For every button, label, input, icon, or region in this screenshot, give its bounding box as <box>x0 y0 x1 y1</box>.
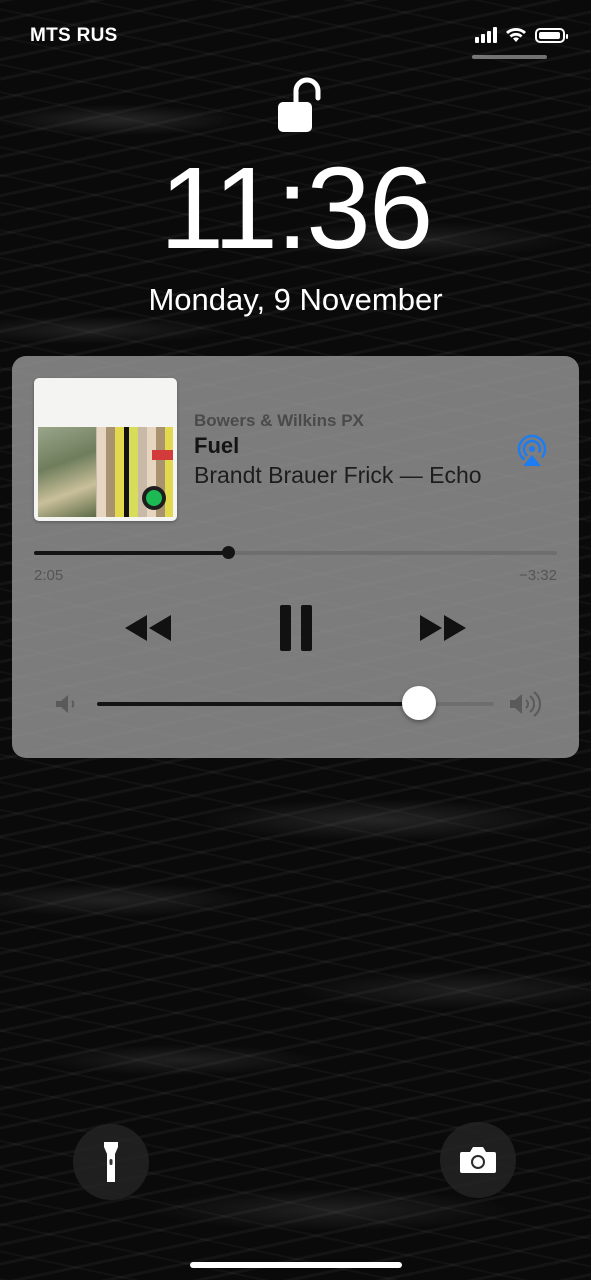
elapsed-time: 2:05 <box>34 567 64 584</box>
playback-scrubber[interactable] <box>34 546 557 559</box>
flashlight-button[interactable] <box>73 1124 149 1200</box>
volume-high-icon <box>510 691 541 717</box>
volume-level <box>97 702 419 706</box>
unlocked-padlock-icon <box>278 77 321 132</box>
volume-low-icon <box>56 695 75 713</box>
wifi-icon <box>506 28 526 42</box>
status-icons <box>475 27 568 43</box>
airplay-icon[interactable] <box>515 434 549 468</box>
clock-time: 11:36 <box>159 143 434 273</box>
battery-icon <box>535 27 568 43</box>
cellular-signal-icon <box>475 27 497 43</box>
artwork-accent <box>152 450 173 460</box>
camera-icon <box>460 1147 496 1173</box>
rewind-icon <box>125 615 171 641</box>
carrier-name: MTS RUS <box>30 25 118 46</box>
spotify-icon <box>142 486 166 510</box>
fast-forward-icon <box>420 615 466 641</box>
track-title: Fuel <box>194 433 240 458</box>
rewind-button[interactable] <box>117 608 177 648</box>
camera-button[interactable] <box>440 1122 516 1198</box>
now-playing-widget: Bowers & Wilkins PX Fuel Brandt Brauer F… <box>12 356 579 758</box>
pause-icon <box>280 605 312 651</box>
control-center-indicator[interactable] <box>472 55 547 59</box>
track-artist-album: Brandt Brauer Frick — Echo <box>194 462 482 488</box>
remaining-time: −3:32 <box>519 567 557 584</box>
clock-date: Monday, 9 November <box>148 282 443 317</box>
volume-slider[interactable] <box>97 686 494 720</box>
flashlight-icon <box>104 1142 118 1182</box>
artwork-photo <box>38 427 96 517</box>
playback-progress <box>34 551 229 555</box>
fast-forward-button[interactable] <box>414 608 474 648</box>
album-artwork[interactable] <box>34 378 177 521</box>
pause-button[interactable] <box>272 602 320 654</box>
volume-slider-handle[interactable] <box>401 686 436 720</box>
output-device-name: Bowers & Wilkins PX <box>194 411 364 430</box>
home-indicator[interactable] <box>190 1262 402 1268</box>
playback-scrubber-handle[interactable] <box>222 546 236 559</box>
